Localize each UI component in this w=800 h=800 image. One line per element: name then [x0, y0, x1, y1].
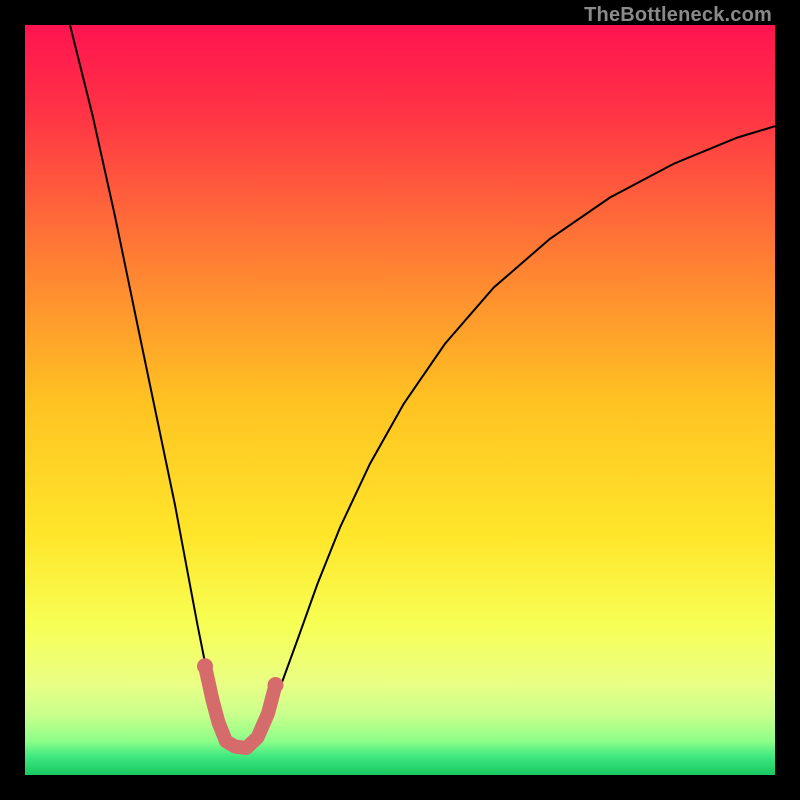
plot-area	[25, 25, 775, 775]
series-v-curve	[70, 25, 775, 749]
marker-dot	[268, 677, 284, 693]
series-marker-bridge	[205, 666, 276, 748]
watermark-text: TheBottleneck.com	[584, 4, 772, 27]
marker-dot	[197, 658, 213, 674]
chart-frame: TheBottleneck.com	[0, 0, 800, 800]
curve-overlay	[25, 25, 775, 775]
